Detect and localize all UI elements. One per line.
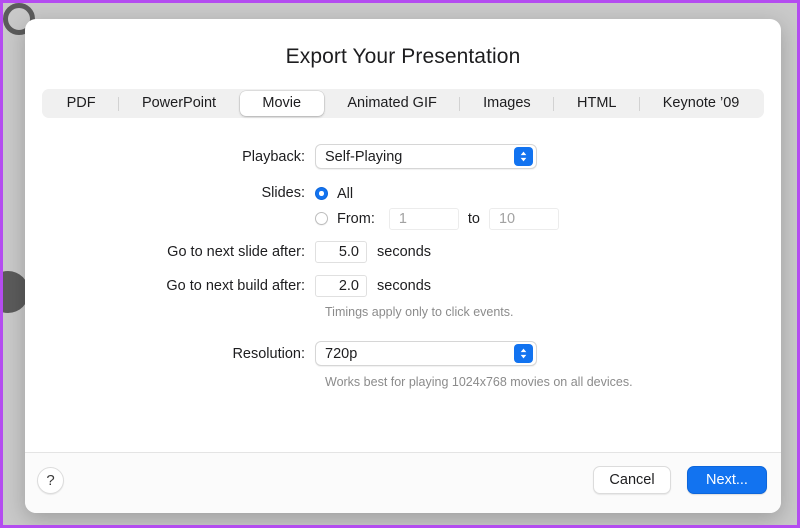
export-format-tabbar[interactable]: PDF PowerPoint Movie Animated GIF Images… <box>42 89 764 118</box>
slides-label: Slides: <box>261 185 305 201</box>
next-build-row: Go to next build after: 2.0 seconds <box>25 275 781 297</box>
playback-row: Playback: Self-Playing <box>25 144 781 169</box>
radio-from[interactable] <box>315 212 328 225</box>
help-button[interactable]: ? <box>37 467 64 494</box>
slides-all-row[interactable]: All <box>315 181 559 206</box>
tab-html[interactable]: HTML <box>554 91 639 116</box>
playback-select[interactable]: Self-Playing <box>315 144 537 169</box>
next-slide-row: Go to next slide after: 5.0 seconds <box>25 241 781 263</box>
slides-to-label: to <box>467 210 480 227</box>
export-dialog: Export Your Presentation PDF PowerPoint … <box>25 19 781 513</box>
next-slide-label: Go to next slide after: <box>167 244 305 260</box>
resolution-row: Resolution: 720p <box>25 341 781 366</box>
screenshot-frame: Export Your Presentation PDF PowerPoint … <box>0 0 800 528</box>
next-button[interactable]: Next... <box>687 466 767 494</box>
tab-animated-gif[interactable]: Animated GIF <box>325 91 460 116</box>
resolution-value: 720p <box>325 345 358 362</box>
export-options-form: Playback: Self-Playing Slides: All From:… <box>25 144 781 389</box>
resolution-select[interactable]: 720p <box>315 341 537 366</box>
next-slide-unit: seconds <box>377 244 432 260</box>
next-build-label: Go to next build after: <box>166 278 305 294</box>
resolution-label: Resolution: <box>232 345 305 362</box>
radio-all[interactable] <box>315 187 328 200</box>
chevron-updown-icon <box>514 344 533 363</box>
slides-row: Slides: All From: 1 to 10 <box>25 181 781 231</box>
page-title: Export Your Presentation <box>285 45 521 68</box>
tab-keynote-09[interactable]: Keynote ’09 <box>640 91 762 116</box>
playback-value: Self-Playing <box>325 148 403 165</box>
dialog-footer: ? Cancel Next... <box>25 453 781 513</box>
cancel-button[interactable]: Cancel <box>593 466 671 494</box>
timings-hint: Timings apply only to click events. <box>325 305 514 319</box>
playback-label: Playback: <box>242 148 305 165</box>
tab-movie[interactable]: Movie <box>239 91 324 116</box>
slides-to-input[interactable]: 10 <box>488 207 559 230</box>
next-build-input[interactable]: 2.0 <box>315 275 367 297</box>
tab-powerpoint[interactable]: PowerPoint <box>119 91 238 116</box>
tab-pdf[interactable]: PDF <box>44 91 118 116</box>
radio-from-label: From: <box>337 210 375 227</box>
next-slide-input[interactable]: 5.0 <box>315 241 367 263</box>
next-build-unit: seconds <box>377 278 432 294</box>
chevron-updown-icon <box>514 147 533 166</box>
tab-images[interactable]: Images <box>460 91 553 116</box>
slides-radio-group: All From: 1 to 10 <box>315 181 559 231</box>
radio-all-label: All <box>337 185 354 202</box>
slides-range-row[interactable]: From: 1 to 10 <box>315 206 559 231</box>
slides-from-input[interactable]: 1 <box>388 207 459 230</box>
resolution-hint: Works best for playing 1024x768 movies o… <box>325 375 633 389</box>
